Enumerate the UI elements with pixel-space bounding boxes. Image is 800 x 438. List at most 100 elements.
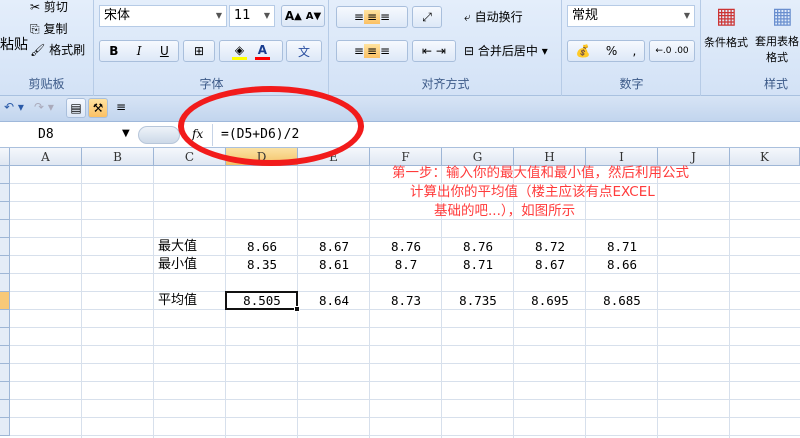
merge-center-button[interactable]: ⊟ 合并后居中 ▾: [464, 42, 548, 59]
row-header[interactable]: [0, 292, 10, 310]
value-cell[interactable]: 8.7: [370, 256, 442, 274]
row-header[interactable]: [0, 310, 10, 328]
annotation-note: 第一步：输入你的最大值和最小值，然后利用公式 计算出你的平均值（楼主应该有点EX…: [370, 164, 770, 221]
row-header[interactable]: [0, 202, 10, 220]
font-size-select[interactable]: 11 ▼: [229, 5, 275, 27]
tools-icon[interactable]: ⚒: [88, 98, 108, 118]
bold-button[interactable]: B: [109, 44, 118, 58]
value-cell[interactable]: 8.73: [370, 292, 442, 310]
value-cell[interactable]: 8.695: [514, 292, 586, 310]
indent-buttons[interactable]: ⇤ ⇥: [412, 40, 456, 62]
value-cell[interactable]: 8.67: [514, 256, 586, 274]
copy-button[interactable]: ⎘ 复制: [30, 20, 67, 37]
row-header[interactable]: [0, 346, 10, 364]
format-painter-button[interactable]: 🖌 格式刷: [30, 41, 85, 58]
value-cell[interactable]: 8.685: [586, 292, 658, 310]
percent-button[interactable]: %: [606, 44, 617, 58]
chevron-down-icon: ▼: [215, 11, 222, 20]
value-cell[interactable]: 8.71: [442, 256, 514, 274]
format-painter-label: 格式刷: [49, 43, 86, 57]
fill-font-color-buttons: ◈ A: [219, 40, 283, 62]
fill-color-icon[interactable]: ◈: [231, 43, 248, 60]
row-header[interactable]: [0, 418, 10, 436]
redo-icon[interactable]: ↷ ▾: [34, 100, 54, 114]
font-color-button[interactable]: A: [254, 43, 271, 60]
wrap-text-button[interactable]: ⤶ 自动换行: [464, 8, 523, 25]
underline-button[interactable]: U: [160, 44, 169, 58]
undo-icon[interactable]: ↶ ▾: [4, 100, 24, 114]
bius-buttons: B I U: [99, 40, 179, 62]
row-label-cell[interactable]: 最大值: [154, 238, 226, 256]
cut-label: 剪切: [43, 0, 68, 14]
font-name-select[interactable]: 宋体 ▼: [99, 5, 227, 27]
form-icon[interactable]: ▤: [66, 98, 86, 118]
value-cell[interactable]: 8.67: [298, 238, 370, 256]
alignment-group: ≡ ≡ ≡ ⤢ ≡ ≡ ≡ ⇤ ⇥ ⤶ 自动换行 ⊟ 合并后居中 ▾ 对齐方式: [330, 0, 562, 96]
currency-icon[interactable]: 💰: [576, 44, 591, 58]
value-cell[interactable]: 8.71: [586, 238, 658, 256]
value-cell[interactable]: 8.66: [226, 238, 298, 256]
row-header[interactable]: [0, 274, 10, 292]
vertical-align-buttons[interactable]: ≡ ≡ ≡: [336, 6, 408, 28]
row-header[interactable]: [0, 220, 10, 238]
row-header[interactable]: [0, 184, 10, 202]
column-header-a[interactable]: A: [10, 148, 82, 166]
scissors-icon: ✂: [30, 0, 41, 14]
row-header[interactable]: [0, 166, 10, 184]
value-cell[interactable]: 8.76: [442, 238, 514, 256]
row-header[interactable]: [0, 238, 10, 256]
row-label-cell[interactable]: 最小值: [154, 256, 226, 274]
alignment-group-label: 对齐方式: [421, 77, 470, 91]
ribbon: 粘贴 ✂ 剪切 ⎘ 复制 🖌 格式刷 剪贴板 宋体 ▼ 11 ▼ A ▲ A ▼ B I…: [0, 0, 800, 96]
wrap-text-label: 自动换行: [474, 10, 523, 24]
phonetic-button[interactable]: 文: [286, 40, 322, 62]
value-cell[interactable]: 8.66: [586, 256, 658, 274]
annotation-line-2: 计算出你的平均值（楼主应该有点EXCEL: [410, 184, 655, 200]
copy-icon: ⎘: [30, 22, 40, 36]
row-header[interactable]: [0, 382, 10, 400]
value-cell[interactable]: 8.72: [514, 238, 586, 256]
row-header[interactable]: [0, 328, 10, 346]
number-format-select[interactable]: 常规 ▼: [567, 5, 695, 27]
copy-label: 复制: [43, 22, 68, 36]
value-cell[interactable]: 8.61: [298, 256, 370, 274]
horizontal-align-buttons[interactable]: ≡ ≡ ≡: [336, 40, 408, 62]
decimal-buttons[interactable]: ←.0 .00: [649, 40, 695, 62]
select-all-corner[interactable]: [0, 148, 10, 166]
clipboard-group-label: 剪贴板: [28, 77, 65, 91]
row-label-cell[interactable]: 平均值: [154, 292, 226, 310]
value-cell[interactable]: 8.64: [298, 292, 370, 310]
table-format-button[interactable]: 套用表格格式: [754, 34, 800, 66]
value-cell[interactable]: 8.735: [442, 292, 514, 310]
border-button[interactable]: ⊞: [183, 40, 215, 62]
merge-center-label: 合并后居中: [477, 44, 538, 58]
cut-button[interactable]: ✂ 剪切: [30, 0, 68, 15]
name-box-dropdown-icon[interactable]: ▼: [122, 128, 130, 139]
border-icon: ⊞: [193, 44, 205, 58]
wrap-icon: ⤶: [464, 10, 471, 24]
orientation-button[interactable]: ⤢: [412, 6, 442, 28]
row-header[interactable]: [0, 256, 10, 274]
comma-button[interactable]: ,: [633, 44, 637, 58]
fill-handle[interactable]: [294, 306, 300, 312]
table-format-icon: ▦: [772, 4, 793, 29]
column-header-b[interactable]: B: [82, 148, 154, 166]
conditional-format-button[interactable]: 条件格式: [704, 34, 748, 50]
italic-button[interactable]: I: [137, 44, 142, 58]
paste-button[interactable]: 粘贴: [0, 34, 28, 54]
merge-icon: ⊟: [464, 44, 475, 58]
number-group: 常规 ▼ 💰 % , ←.0 .00 数字: [563, 0, 701, 96]
row-header[interactable]: [0, 400, 10, 418]
conditional-format-icon: ▦: [716, 4, 737, 29]
font-grow-shrink-buttons[interactable]: A ▲ A ▼: [281, 5, 325, 27]
name-box[interactable]: D8: [0, 125, 135, 145]
splitter-handle[interactable]: [138, 126, 180, 144]
customize-qat-icon[interactable]: ≡: [116, 100, 126, 114]
annotation-line-1: 第一步：输入你的最大值和最小值，然后利用公式: [392, 165, 689, 181]
value-cell[interactable]: 8.35: [226, 256, 298, 274]
row-header[interactable]: [0, 364, 10, 382]
value-cell[interactable]: 8.76: [370, 238, 442, 256]
clipboard-group: 粘贴 ✂ 剪切 ⎘ 复制 🖌 格式刷 剪贴板: [0, 0, 94, 96]
font-name-value: 宋体: [104, 8, 131, 23]
font-group: 宋体 ▼ 11 ▼ A ▲ A ▼ B I U ⊞ ◈ A 文 字体: [95, 0, 329, 96]
